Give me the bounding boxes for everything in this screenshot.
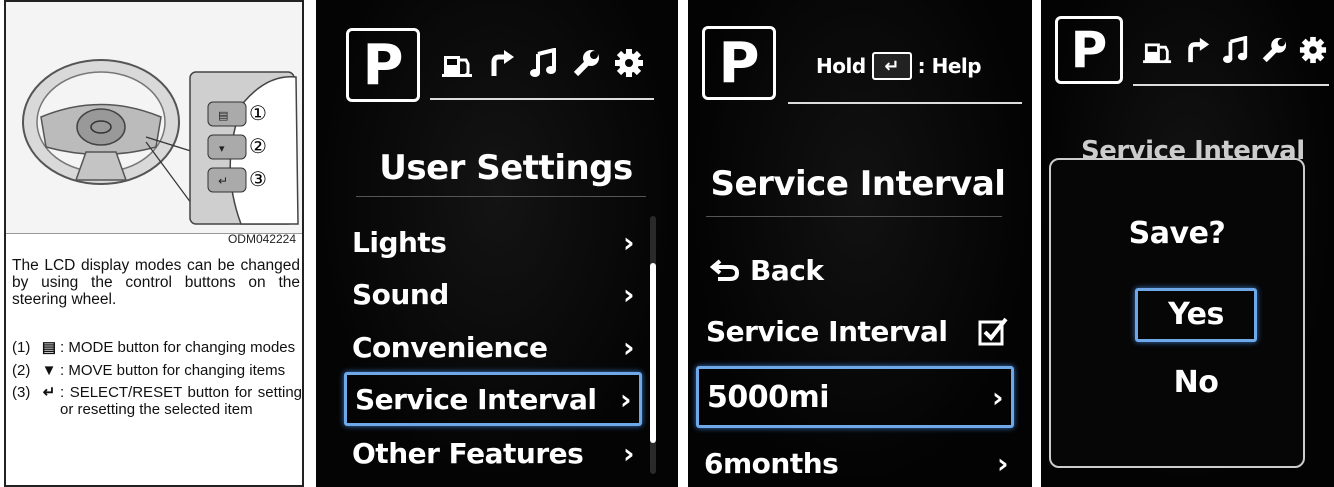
lcd-service-interval: P Hold ↵ : Help Service Interval Back Se… <box>688 0 1032 487</box>
gear-indicator: P <box>702 26 776 100</box>
item-text: : MOVE button for changing items <box>60 361 286 379</box>
chevron-right-icon: › <box>619 382 632 416</box>
callout-3: ③ <box>249 169 267 191</box>
item-number: (3) <box>12 384 31 401</box>
item-number: (2) <box>12 361 31 379</box>
menu-item-label: Convenience <box>352 330 548 364</box>
dialog-title: Save? <box>1128 216 1226 251</box>
fuel-icon[interactable] <box>442 48 474 78</box>
lcd-save-dialog: P Service Interval Save? Yes No <box>1041 0 1334 487</box>
header-line <box>788 102 1022 104</box>
move-icon: ▼ <box>41 361 57 379</box>
menu-item-label: Lights <box>352 225 447 259</box>
chevron-right-icon: › <box>622 436 635 470</box>
button-list: (1) ▤ : MODE button for changing modes (… <box>12 339 302 424</box>
menu-item-label: Other Features <box>352 436 584 470</box>
wrench-icon[interactable] <box>1261 36 1287 64</box>
interval-time-row[interactable]: 6months › <box>700 440 1012 486</box>
back-arrow-icon <box>710 259 740 281</box>
row-label: 6months <box>704 446 839 480</box>
toggle-label: Service Interval <box>706 314 948 348</box>
page-title: Service Interval <box>710 164 1006 204</box>
menu-item-label: Sound <box>352 277 449 311</box>
gear-indicator: P <box>1055 16 1123 84</box>
list-item: (2) ▼ : MOVE button for changing items <box>12 361 302 380</box>
yes-button[interactable]: Yes <box>1135 288 1257 342</box>
header-line <box>1133 84 1329 86</box>
item-text: : SELECT/RESET button for setting or res… <box>60 384 302 418</box>
chevron-right-icon: › <box>622 277 635 311</box>
gear-indicator: P <box>346 28 420 102</box>
service-interval-toggle[interactable]: Service Interval <box>702 308 1012 354</box>
music-note-icon[interactable] <box>530 48 558 78</box>
menu-item-sound[interactable]: Sound › <box>348 271 638 317</box>
manual-paragraph: The LCD display modes can be changed by … <box>12 257 300 308</box>
svg-text:▤: ▤ <box>218 109 228 122</box>
callout-1: ① <box>249 103 267 125</box>
row-label: 5000mi <box>707 379 830 415</box>
background-title-clip: Service Interval <box>1081 136 1321 160</box>
mode-icon: ▤ <box>41 339 57 356</box>
turn-arrow-icon[interactable] <box>1185 36 1211 64</box>
back-button[interactable]: Back <box>710 248 1010 292</box>
item-number: (1) <box>12 339 31 356</box>
background-title: Service Interval <box>1081 136 1305 160</box>
header-line <box>430 98 654 100</box>
back-label: Back <box>750 253 824 287</box>
hint-prefix: Hold <box>816 54 866 78</box>
enter-key-icon: ↵ <box>871 52 912 80</box>
turn-arrow-icon[interactable] <box>488 48 516 78</box>
chevron-right-icon: › <box>622 225 635 259</box>
interval-distance-row[interactable]: 5000mi › <box>696 366 1014 428</box>
wrench-icon[interactable] <box>572 48 600 78</box>
gear-icon[interactable] <box>614 48 644 78</box>
chevron-right-icon: › <box>991 380 1004 414</box>
save-dialog: Save? Yes No <box>1049 158 1305 468</box>
gear-icon[interactable] <box>1299 36 1327 64</box>
no-button[interactable]: No <box>1135 358 1257 408</box>
menu-item-service-interval[interactable]: Service Interval › <box>344 372 642 426</box>
hint-suffix: : Help <box>917 54 982 78</box>
scrollbar-thumb[interactable] <box>650 262 656 443</box>
callout-2: ② <box>249 136 267 158</box>
menu-item-lights[interactable]: Lights › <box>348 219 638 265</box>
mode-icons <box>442 48 644 78</box>
title-divider <box>356 196 646 197</box>
page-title: User Settings <box>379 148 633 188</box>
select-icon: ↵ <box>42 384 56 401</box>
menu-item-convenience[interactable]: Convenience › <box>348 324 638 370</box>
menu-item-label: Service Interval <box>355 382 597 416</box>
list-item: (3) ↵ : SELECT/RESET button for setting … <box>12 384 302 418</box>
fuel-icon[interactable] <box>1143 36 1173 64</box>
music-note-icon[interactable] <box>1223 36 1249 64</box>
lcd-user-settings: P User Settings Lights › Sound › Conveni… <box>316 0 678 487</box>
mode-icons <box>1143 36 1327 64</box>
item-text: : MODE button for changing modes <box>60 339 296 356</box>
svg-text:▾: ▾ <box>219 142 225 155</box>
svg-text:↵: ↵ <box>218 174 228 188</box>
chevron-right-icon: › <box>996 446 1009 480</box>
chevron-right-icon: › <box>622 330 635 364</box>
steering-wheel-figure: ▤ ▾ ↵ ① ② ③ <box>6 2 302 234</box>
list-item: (1) ▤ : MODE button for changing modes <box>12 339 302 357</box>
title-divider <box>706 216 1002 217</box>
manual-panel: ▤ ▾ ↵ ① ② ③ ODM042224 The LCD display mo… <box>4 0 304 487</box>
help-hint: Hold ↵ : Help <box>816 52 982 80</box>
figure-code: ODM042224 <box>227 232 296 246</box>
menu-item-other-features[interactable]: Other Features › <box>348 430 638 476</box>
checkbox-checked-icon[interactable] <box>978 316 1008 346</box>
